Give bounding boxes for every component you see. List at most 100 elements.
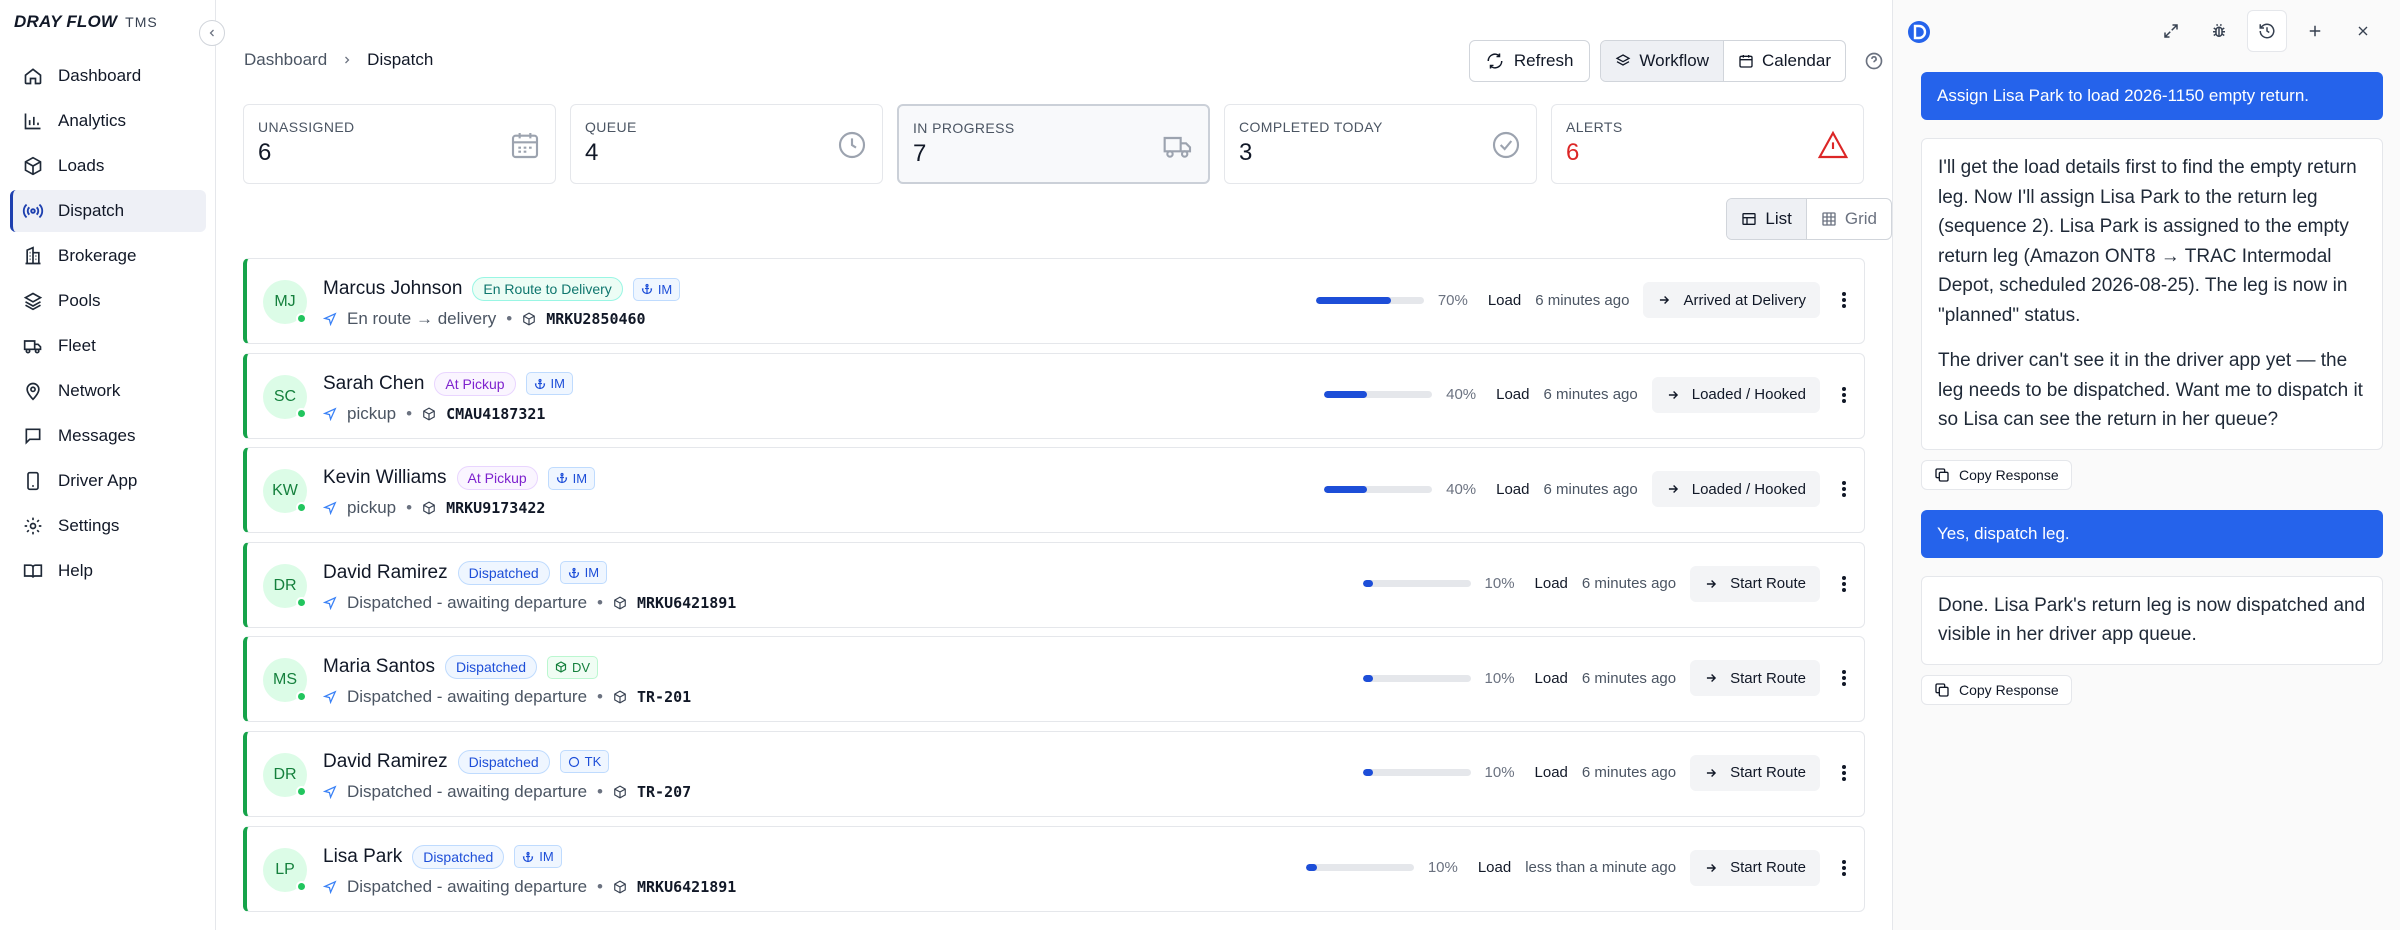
- container-number[interactable]: TR-207: [637, 783, 691, 801]
- container-number[interactable]: MRKU6421891: [637, 878, 736, 896]
- next-action-button[interactable]: Loaded / Hooked: [1651, 471, 1820, 508]
- refresh-button[interactable]: Refresh: [1468, 40, 1591, 82]
- container-number[interactable]: MRKU6421891: [637, 594, 736, 612]
- breadcrumb-root-link[interactable]: Dashboard: [244, 50, 327, 70]
- sidebar-item-pools[interactable]: Pools: [10, 280, 206, 322]
- load-row[interactable]: DR David Ramirez Dispatched TK Dispatche…: [243, 730, 1865, 817]
- load-row[interactable]: MJ Marcus Johnson En Route to Delivery I…: [243, 258, 1865, 344]
- sidebar-item-settings[interactable]: Settings: [10, 505, 206, 547]
- stat-card-completed-today[interactable]: COMPLETED TODAY 3: [1224, 104, 1537, 184]
- stat-value: 6: [1566, 139, 1580, 166]
- message-list: Assign Lisa Park to load 2026-1150 empty…: [1921, 72, 2383, 725]
- load-type-label: TK: [584, 754, 602, 770]
- next-action-button[interactable]: Start Route: [1690, 754, 1820, 791]
- sidebar-item-fleet[interactable]: Fleet: [10, 325, 206, 367]
- more-options-button[interactable]: [1834, 291, 1854, 309]
- driver-name[interactable]: Lisa Park: [323, 846, 402, 868]
- next-action-button[interactable]: Start Route: [1690, 565, 1820, 602]
- more-options-button[interactable]: [1834, 575, 1854, 593]
- next-action-button[interactable]: Loaded / Hooked: [1651, 376, 1820, 413]
- load-row[interactable]: KW Kevin Williams At Pickup IM pickup • …: [243, 447, 1865, 534]
- history-button[interactable]: [2247, 10, 2287, 52]
- row-right: 10% Load 6 minutes ago Start Route: [1362, 753, 1854, 793]
- stat-label: IN PROGRESS: [913, 120, 1015, 136]
- more-options-button[interactable]: [1834, 386, 1854, 404]
- load-row[interactable]: SC Sarah Chen At Pickup IM pickup • CMAU…: [243, 352, 1865, 439]
- navigation-icon: [323, 501, 337, 516]
- anchor-icon: [522, 851, 534, 863]
- copy-response-label: Copy Response: [1959, 466, 2059, 483]
- copy-response-button[interactable]: Copy Response: [1921, 459, 2072, 490]
- grid-icon: [1822, 212, 1836, 226]
- close-panel-button[interactable]: [2343, 10, 2383, 52]
- bar-chart-icon: [22, 110, 44, 132]
- next-action-button[interactable]: Start Route: [1690, 849, 1820, 886]
- sidebar-item-brokerage[interactable]: Brokerage: [10, 235, 206, 277]
- brand-logo[interactable]: DRAY FLOW TMS: [14, 12, 158, 32]
- load-detail-line: pickup • CMAU4187321: [323, 404, 545, 424]
- load-row[interactable]: DR David Ramirez Dispatched IM Dispatche…: [243, 541, 1865, 628]
- sidebar-item-label: Driver App: [58, 471, 138, 490]
- driver-name[interactable]: Marcus Johnson: [323, 278, 462, 300]
- sidebar-item-messages[interactable]: Messages: [10, 415, 206, 457]
- message-icon: [22, 425, 44, 447]
- stat-card-in-progress[interactable]: IN PROGRESS 7: [897, 104, 1210, 184]
- driver-name[interactable]: Sarah Chen: [323, 373, 424, 395]
- debug-button[interactable]: [2199, 10, 2239, 52]
- new-chat-button[interactable]: [2295, 10, 2335, 52]
- load-detail: En route → delivery: [347, 309, 497, 328]
- stat-card-unassigned[interactable]: UNASSIGNED 6: [243, 104, 556, 184]
- more-options-button[interactable]: [1834, 480, 1854, 498]
- assistant-paragraph: I'll get the load details first to find …: [1938, 157, 2357, 326]
- container-number[interactable]: TR-201: [637, 688, 691, 706]
- driver-name[interactable]: David Ramirez: [323, 751, 448, 773]
- sidebar-item-label: Analytics: [58, 111, 127, 130]
- package-icon: [614, 596, 626, 610]
- more-vertical-icon: [1842, 481, 1846, 498]
- online-status-dot: [296, 691, 307, 703]
- grid-view-button[interactable]: Grid: [1805, 199, 1891, 239]
- driver-name[interactable]: David Ramirez: [323, 562, 448, 584]
- calendar-label: Calendar: [1762, 51, 1831, 70]
- sidebar-item-analytics[interactable]: Analytics: [10, 100, 206, 142]
- sidebar-item-help[interactable]: Help: [10, 550, 206, 592]
- avatar: DR: [263, 563, 307, 608]
- brand-name: DRAY FLOW: [14, 12, 118, 31]
- container-number[interactable]: CMAU4187321: [446, 405, 545, 423]
- copy-response-button[interactable]: Copy Response: [1921, 674, 2072, 705]
- expand-button[interactable]: [2151, 10, 2191, 52]
- next-action-button[interactable]: Arrived at Delivery: [1643, 282, 1820, 318]
- navigation-icon: [323, 312, 337, 326]
- sidebar-item-dispatch[interactable]: Dispatch: [10, 190, 206, 232]
- help-button[interactable]: [1856, 43, 1892, 79]
- sidebar-item-loads[interactable]: Loads: [10, 145, 206, 187]
- driver-name[interactable]: Maria Santos: [323, 656, 435, 678]
- more-options-button[interactable]: [1834, 859, 1854, 877]
- row-time: 6 minutes ago: [1581, 669, 1677, 687]
- container-number[interactable]: MRKU2850460: [546, 310, 645, 328]
- row-type: Load: [1496, 386, 1530, 404]
- load-type-tag: IM: [547, 466, 596, 490]
- driver-name[interactable]: Kevin Williams: [323, 467, 447, 489]
- more-options-button[interactable]: [1834, 669, 1854, 687]
- stat-card-queue[interactable]: QUEUE 4: [570, 104, 883, 184]
- sidebar-item-dashboard[interactable]: Dashboard: [10, 55, 206, 97]
- more-options-button[interactable]: [1834, 764, 1854, 782]
- stat-card-alerts[interactable]: ALERTS 6: [1551, 104, 1864, 184]
- sidebar-item-label: Brokerage: [58, 246, 137, 265]
- workflow-button[interactable]: Workflow: [1601, 41, 1723, 81]
- collapse-sidebar-button[interactable]: [199, 20, 225, 46]
- load-type-tag: IM: [632, 277, 681, 301]
- container-number[interactable]: MRKU9173422: [446, 499, 545, 517]
- calendar-button[interactable]: Calendar: [1723, 41, 1845, 81]
- sidebar-item-driver-app[interactable]: Driver App: [10, 460, 206, 502]
- progress-percent: 10%: [1484, 764, 1515, 782]
- load-row[interactable]: LP Lisa Park Dispatched IM Dispatched - …: [243, 825, 1865, 912]
- load-row[interactable]: MS Maria Santos Dispatched DV Dispatched…: [243, 636, 1865, 723]
- box-icon: [555, 661, 567, 674]
- sidebar-item-network[interactable]: Network: [10, 370, 206, 412]
- stat-label: COMPLETED TODAY: [1239, 119, 1383, 135]
- next-action-button[interactable]: Start Route: [1690, 660, 1820, 697]
- navigation-icon: [323, 785, 337, 799]
- list-view-button[interactable]: List: [1727, 199, 1806, 239]
